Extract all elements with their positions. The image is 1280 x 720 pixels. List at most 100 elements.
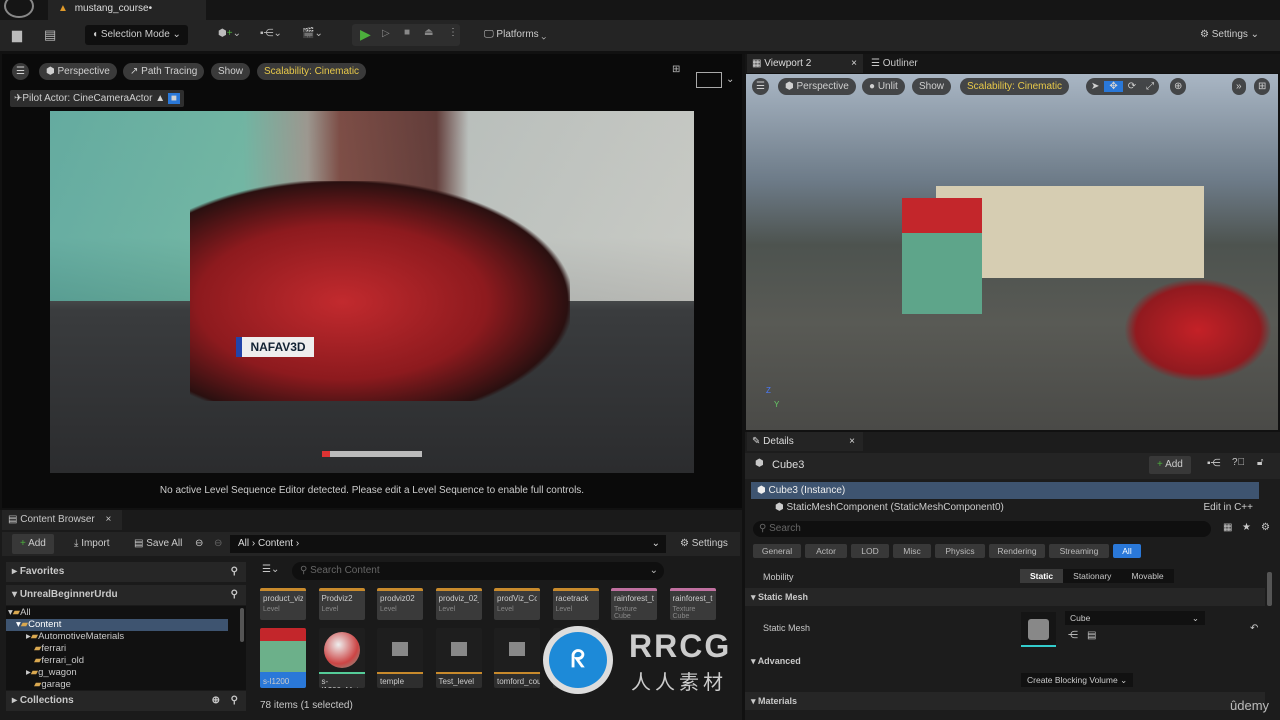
content-settings-button[interactable]: ⚙ Settings <box>680 534 728 554</box>
viewport2-tab[interactable]: ▦ Viewport 2 × <box>747 54 863 73</box>
add-button[interactable]: + Add <box>12 534 54 554</box>
viewport2-show-button[interactable]: Show <box>912 78 952 95</box>
blueprint-icon[interactable]: ▪⋲⌄ <box>260 28 282 39</box>
world-space-icon[interactable]: ⊕ <box>1170 78 1187 95</box>
forward-icon[interactable]: ⊖ <box>214 534 222 554</box>
viewport2-scalability-button[interactable]: Scalability: Cinematic <box>960 78 1070 95</box>
gear-icon[interactable]: ⚙ <box>1261 522 1270 533</box>
pilot-actor-bar[interactable]: ✈Pilot Actor: CineCameraActor ▲ ■ <box>10 90 184 107</box>
viewport2-perspective-button[interactable]: ⬢ Perspective <box>778 78 856 95</box>
browse-asset-icon[interactable]: ▤ <box>1087 630 1096 641</box>
platforms-dropdown[interactable]: 🖵 Platforms ⌄ <box>484 25 546 45</box>
table-view-icon[interactable]: ▦ <box>1223 522 1232 533</box>
unreal-logo[interactable] <box>4 0 34 18</box>
main-viewport[interactable]: ☰ ⬢ Perspective ↗ Path Tracing Show Scal… <box>2 54 742 508</box>
edit-cpp-link[interactable]: Edit in C++ <box>1204 499 1253 516</box>
help-icon[interactable]: ?⃝ <box>1232 457 1245 468</box>
save-icon[interactable]: ▆ <box>12 27 22 43</box>
materials-section[interactable]: ▾ Materials <box>745 692 1265 710</box>
mobility-static[interactable]: Static <box>1020 569 1064 583</box>
details-search-input[interactable]: ⚲ Search <box>753 521 1211 537</box>
tree-scrollbar[interactable] <box>240 608 244 642</box>
favorite-star-icon[interactable]: ★ <box>1242 522 1251 533</box>
scalability-button[interactable]: Scalability: Cinematic <box>257 63 367 80</box>
add-actor-icon[interactable]: ⬢+⌄ <box>218 28 241 39</box>
asset-tile[interactable]: prodviz02 Level <box>377 588 423 620</box>
filter-icon[interactable]: ☰⌄ <box>262 564 279 575</box>
settings-button[interactable]: ⚙ Settings ⌄ <box>1200 25 1259 45</box>
selection-mode-dropdown[interactable]: ◖ Selection Mode ⌄ <box>85 25 188 45</box>
search-icon[interactable]: ⚲ <box>231 691 238 711</box>
path-dropdown-icon[interactable]: ⌄ <box>652 535 660 553</box>
viewport-layout-icon[interactable]: ⊞ <box>1254 78 1271 95</box>
play-icon[interactable]: ▶ <box>360 26 371 43</box>
asset-tile[interactable]: rainforest_trail_8k_1 Texture Cube <box>669 588 716 620</box>
collections-header[interactable]: ▸ Collections ⊕ ⚲ <box>6 691 246 711</box>
show-button[interactable]: Show <box>211 63 251 80</box>
scale-icon[interactable]: ⤢ <box>1141 81 1159 92</box>
content-search-input[interactable]: ⚲ Search Content ⌄ <box>292 562 664 580</box>
filter-tab-rendering[interactable]: Rendering <box>989 544 1045 558</box>
close-icon[interactable]: × <box>106 514 112 525</box>
details-tab[interactable]: ✎ Details × <box>747 432 863 451</box>
tree-item-ferrari-old[interactable]: ▰ferrari_old <box>6 655 228 667</box>
close-icon[interactable]: × <box>849 432 855 451</box>
asset-thumbnail[interactable]: tomford_course <box>494 628 540 688</box>
coca-cola-cube[interactable] <box>902 198 982 314</box>
asset-tile[interactable]: Prodviz2 Level <box>318 588 365 620</box>
lock-icon[interactable]: 🔓︎ <box>1257 457 1263 468</box>
details-scrollbar[interactable] <box>1267 572 1272 606</box>
filter-tab-general[interactable]: General <box>753 544 801 558</box>
stop-icon[interactable]: ■ <box>404 27 410 38</box>
search-icon[interactable]: ⚲ <box>231 562 238 582</box>
viewport-menu-button[interactable]: ☰ <box>12 63 29 80</box>
advance-frame-icon[interactable]: ▷ <box>382 28 390 39</box>
viewport2[interactable]: ☰ ⬢ Perspective ● Unlit Show Scalability… <box>746 74 1278 430</box>
asset-tile[interactable]: prodViz_Course_01 Level <box>494 588 540 620</box>
static-mesh-component-row[interactable]: ⬢ StaticMeshComponent (StaticMeshCompone… <box>751 499 1259 516</box>
asset-tile[interactable]: rainforest_trail_16k Texture Cube <box>611 588 657 620</box>
content-browser-tab[interactable]: ▤ Content Browser × <box>2 510 122 530</box>
layout-icon[interactable]: ⊞ <box>672 64 680 75</box>
asset-tile[interactable]: racetrack Level <box>552 588 599 620</box>
blueprint-icon[interactable]: ▪⋲ <box>1207 458 1221 469</box>
filter-tab-actor[interactable]: Actor <box>805 544 847 558</box>
add-collection-icon[interactable]: ⊕ <box>212 691 220 711</box>
level-tab[interactable]: ▲ mustang_course• <box>48 0 206 20</box>
tree-item-content[interactable]: ▾▰Content <box>6 619 228 631</box>
static-mesh-dropdown[interactable]: Cube ⌄ <box>1065 611 1205 625</box>
advanced-section[interactable]: ▾ Advanced <box>745 652 1265 670</box>
import-button[interactable]: ⤓ Import <box>74 534 110 554</box>
eject-icon[interactable]: ⏏ <box>424 27 433 38</box>
save-all-button[interactable]: ▤ Save All <box>134 534 182 554</box>
tree-item-ferrari[interactable]: ▰ferrari <box>6 643 228 655</box>
asset-thumbnail[interactable]: s-l1200_Mat <box>318 628 365 688</box>
unlit-button[interactable]: ● Unlit <box>862 78 905 95</box>
chevron-down-icon[interactable]: ⌄ <box>726 74 734 85</box>
asset-thumbnail[interactable]: temple <box>377 628 423 688</box>
filter-tab-all[interactable]: All <box>1113 544 1141 558</box>
translate-icon[interactable]: ✥ <box>1104 81 1123 92</box>
cinematics-icon[interactable]: 🎬⌄ <box>302 28 323 39</box>
reset-icon[interactable]: ↶ <box>1250 623 1258 634</box>
favorites-header[interactable]: ▸ Favorites ⚲ <box>6 562 246 582</box>
sequence-progress[interactable] <box>322 451 422 457</box>
asset-tile[interactable]: product_viz Level <box>260 588 306 620</box>
add-component-button[interactable]: + Add <box>1149 456 1191 474</box>
project-header[interactable]: ▾ UnrealBeginnerUrdu ⚲ <box>6 585 246 605</box>
camera-icon[interactable]: ■ <box>167 93 180 104</box>
browse-icon[interactable]: ▤ <box>44 27 56 43</box>
path-content[interactable]: Content <box>258 538 293 549</box>
static-mesh-section[interactable]: ▾ Static Mesh <box>745 588 1265 606</box>
mobility-stationary[interactable]: Stationary <box>1063 569 1121 583</box>
path-all[interactable]: All <box>238 538 249 549</box>
path-tracing-button[interactable]: ↗ Path Tracing <box>123 63 205 80</box>
more-options-icon[interactable]: » <box>1232 78 1246 95</box>
grid-layout-icon[interactable] <box>696 72 722 88</box>
select-icon[interactable]: ➤ <box>1086 81 1104 92</box>
tree-item-garage[interactable]: ▰garage <box>6 679 228 690</box>
rotate-icon[interactable]: ⟳ <box>1123 81 1141 92</box>
mesh-thumbnail[interactable] <box>1021 612 1056 647</box>
filter-tab-lod[interactable]: LOD <box>851 544 889 558</box>
filter-tab-misc[interactable]: Misc <box>893 544 931 558</box>
